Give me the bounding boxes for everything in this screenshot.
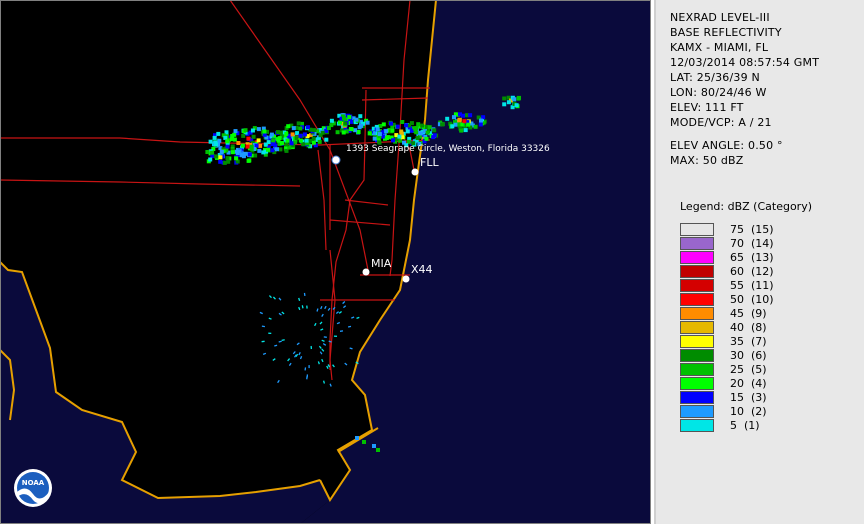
legend-row: 30 (6) <box>680 349 840 363</box>
legend-row: 60 (12) <box>680 265 840 279</box>
legend-row: 70 (14) <box>680 237 840 251</box>
station-text: KAMX - MIAMI, FL <box>670 41 769 54</box>
legend-swatch <box>680 279 714 292</box>
legend-label: 20 (4) <box>730 377 767 390</box>
legend-label: 25 (5) <box>730 363 767 376</box>
place-marker[interactable] <box>331 155 341 165</box>
legend-row: 35 (7) <box>680 335 840 349</box>
legend-swatch <box>680 363 714 376</box>
legend-row: 65 (13) <box>680 251 840 265</box>
legend-swatch <box>680 265 714 278</box>
legend-swatch <box>680 307 714 320</box>
elev-angle-text: ELEV ANGLE: 0.50 ° <box>670 139 783 152</box>
mode-vcp-text: MODE/VCP: A / 21 <box>670 116 772 129</box>
legend-swatch <box>680 293 714 306</box>
legend-swatch <box>680 321 714 334</box>
datetime-text: 12/03/2014 08:57:54 GMT <box>670 56 820 69</box>
legend-label: 70 (14) <box>730 237 774 250</box>
legend-title: Legend: dBZ (Category) <box>680 200 812 213</box>
max-dbz-text: MAX: 50 dBZ <box>670 154 744 167</box>
legend-swatch <box>680 419 714 432</box>
legend-swatch <box>680 335 714 348</box>
legend-label: 60 (12) <box>730 265 774 278</box>
legend-label: 65 (13) <box>730 251 774 264</box>
legend-row: 15 (3) <box>680 391 840 405</box>
city-label-fll: FLL <box>420 156 439 169</box>
legend-swatch <box>680 237 714 250</box>
city-label-x44: X44 <box>411 263 433 276</box>
legend-swatch <box>680 405 714 418</box>
city-marker-mia[interactable] <box>362 268 370 276</box>
legend-label: 5 (1) <box>730 419 760 432</box>
legend-swatch <box>680 251 714 264</box>
legend-label: 10 (2) <box>730 405 767 418</box>
legend-row: 45 (9) <box>680 307 840 321</box>
product-type-text: BASE REFLECTIVITY <box>670 26 782 39</box>
svg-text:NOAA: NOAA <box>22 479 45 487</box>
legend-label: 35 (7) <box>730 335 767 348</box>
city-marker-x44[interactable] <box>402 275 410 283</box>
legend-swatch <box>680 223 714 236</box>
legend-row: 10 (2) <box>680 405 840 419</box>
legend-swatch <box>680 349 714 362</box>
legend-label: 75 (15) <box>730 223 774 236</box>
legend-label: 15 (3) <box>730 391 767 404</box>
longitude-text: LON: 80/24/46 W <box>670 86 767 99</box>
legend-swatch <box>680 377 714 390</box>
radar-map[interactable]: 1393 Seagrape Circle, Weston, Florida 33… <box>0 0 651 524</box>
noaa-logo: NOAA <box>14 469 52 507</box>
legend-row: 55 (11) <box>680 279 840 293</box>
city-label-mia: MIA <box>371 257 392 270</box>
legend-row: 25 (5) <box>680 363 840 377</box>
info-panel: NEXRAD LEVEL-III BASE REFLECTIVITY KAMX … <box>654 0 864 524</box>
legend-label: 30 (6) <box>730 349 767 362</box>
legend-row: 75 (15) <box>680 223 840 237</box>
latitude-text: LAT: 25/36/39 N <box>670 71 760 84</box>
legend-row: 5 (1) <box>680 419 840 433</box>
legend-row: 20 (4) <box>680 377 840 391</box>
legend-label: 45 (9) <box>730 307 767 320</box>
legend-label: 50 (10) <box>730 293 774 306</box>
legend-label: 55 (11) <box>730 279 774 292</box>
place-label: 1393 Seagrape Circle, Weston, Florida 33… <box>346 144 550 154</box>
legend-row: 40 (8) <box>680 321 840 335</box>
product-text: NEXRAD LEVEL-III <box>670 11 770 24</box>
legend-swatch <box>680 391 714 404</box>
legend-row: 50 (10) <box>680 293 840 307</box>
legend-label: 40 (8) <box>730 321 767 334</box>
map-canvas[interactable]: 1393 Seagrape Circle, Weston, Florida 33… <box>0 0 651 524</box>
city-marker-fll[interactable] <box>411 168 419 176</box>
elevation-text: ELEV: 111 FT <box>670 101 744 114</box>
